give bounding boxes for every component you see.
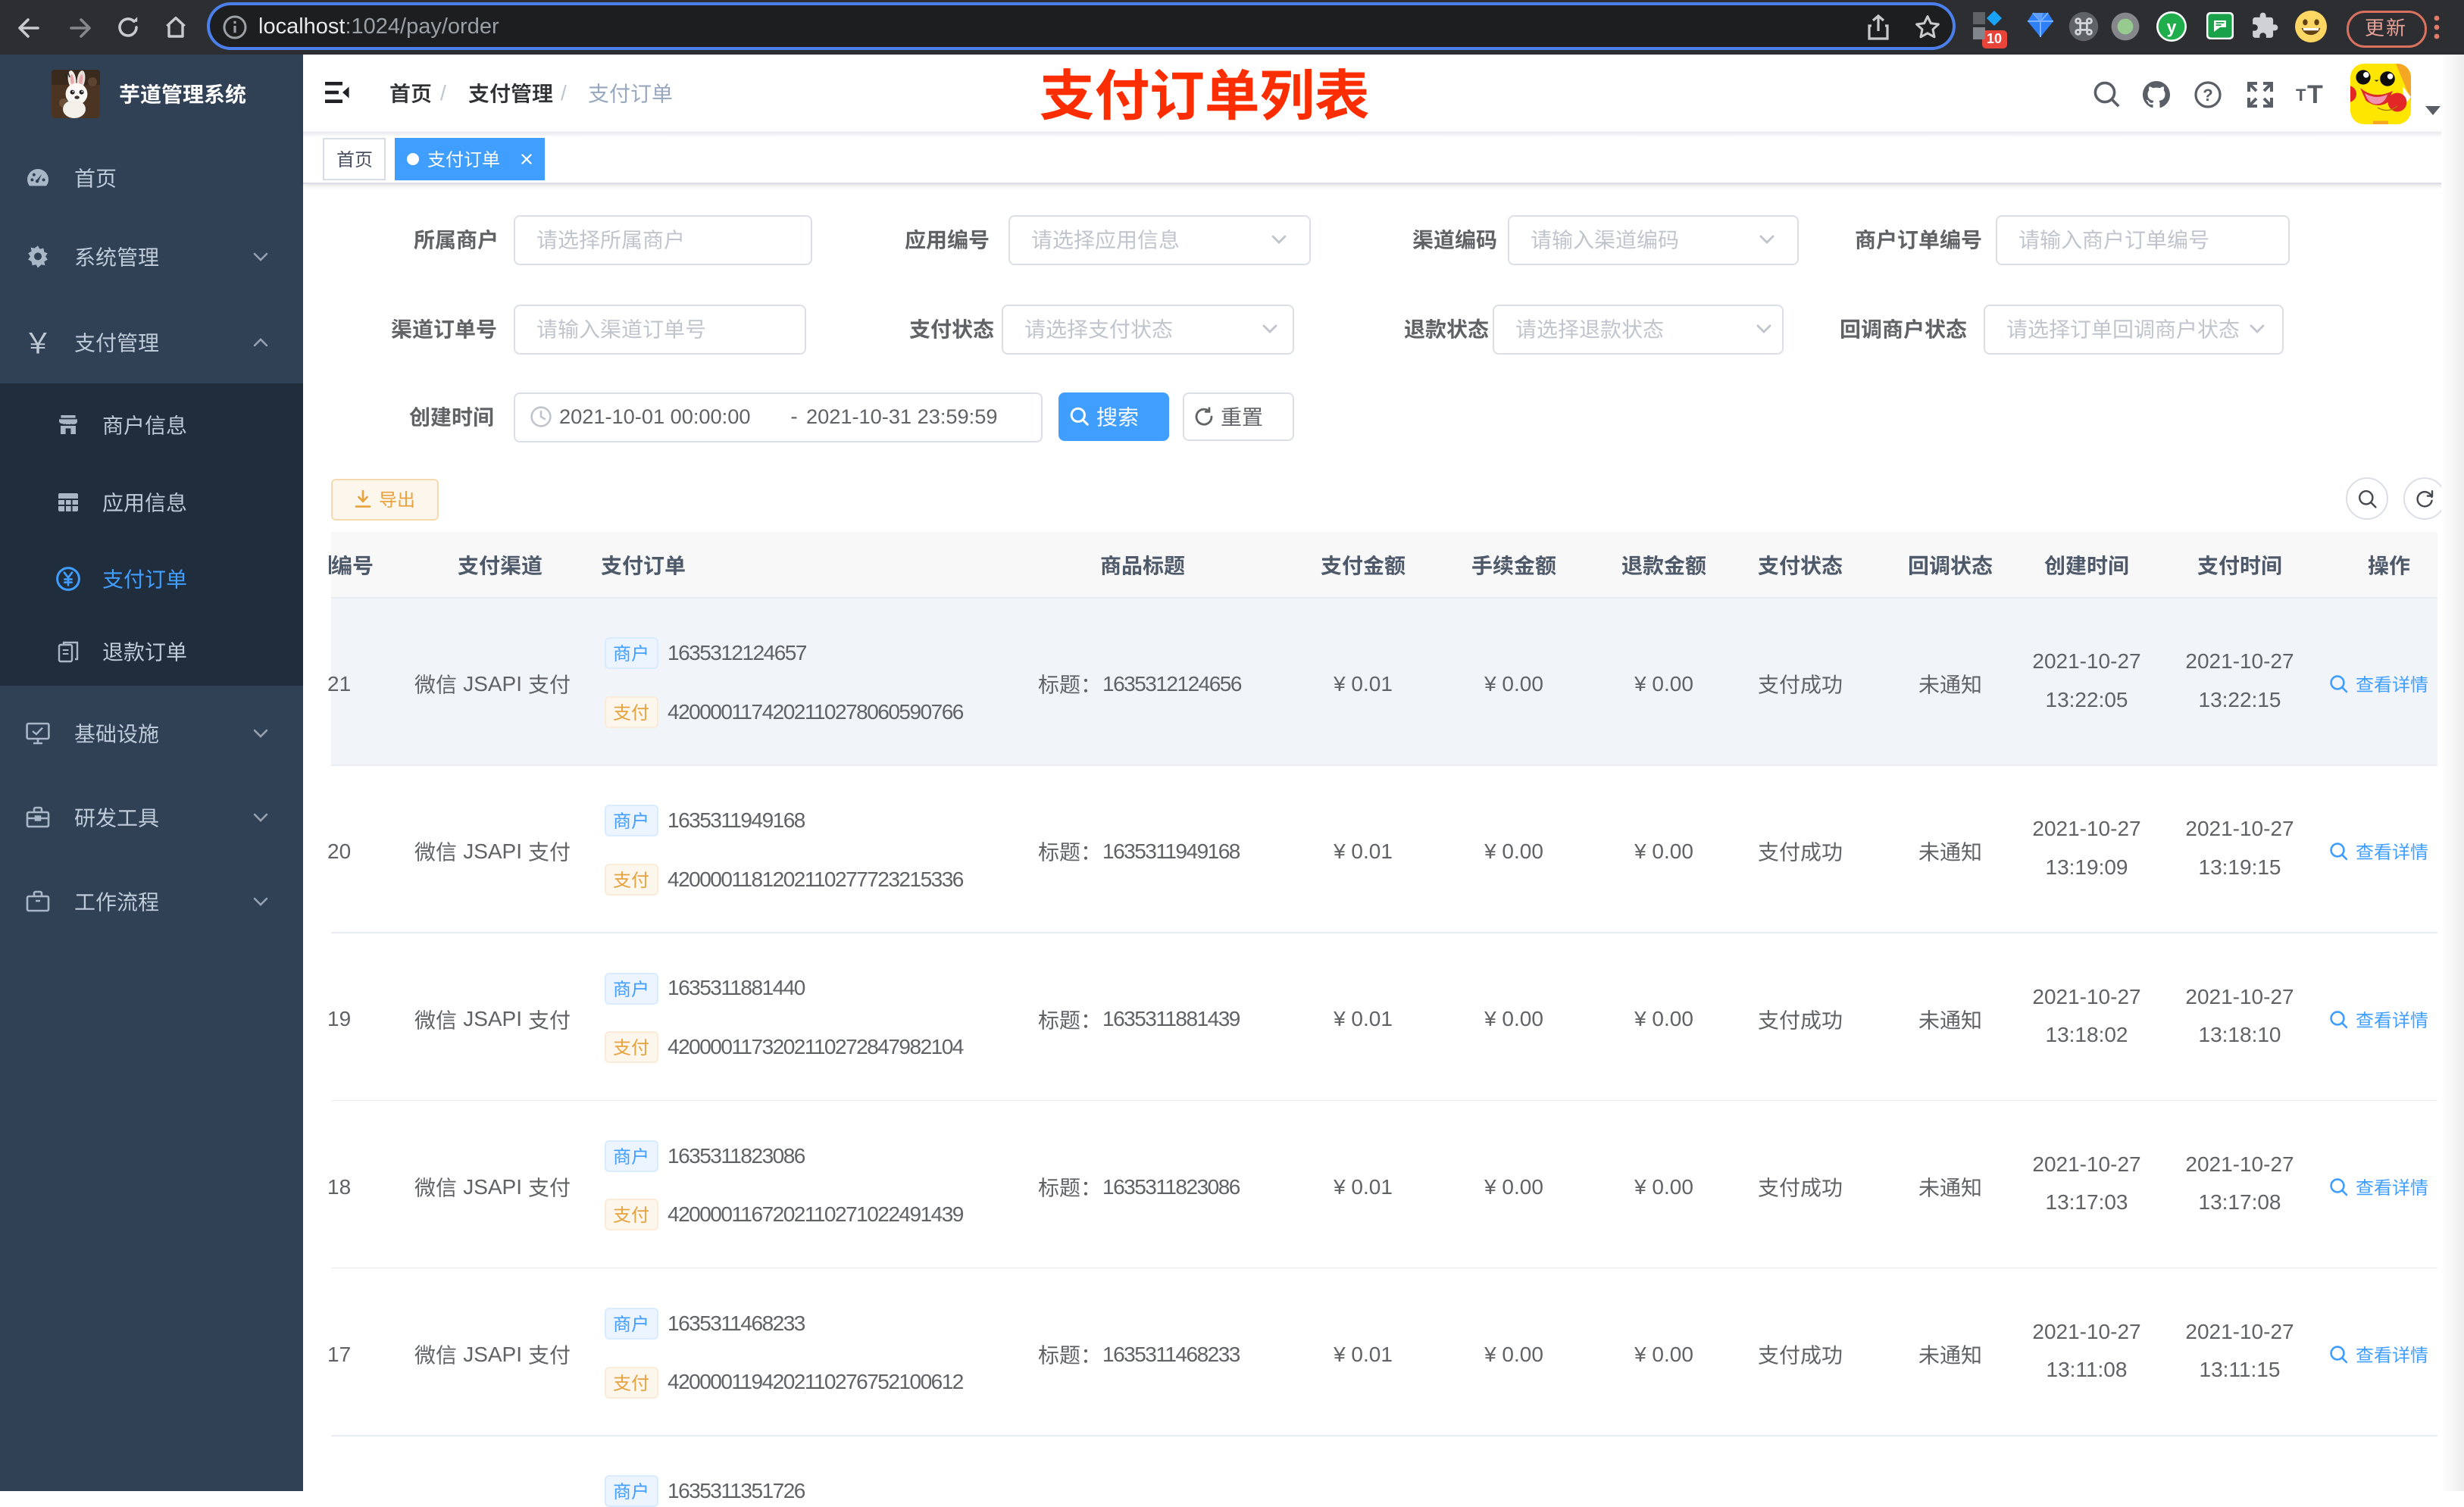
svg-text:?: ? bbox=[2203, 86, 2212, 105]
svg-text:y: y bbox=[2167, 17, 2177, 36]
